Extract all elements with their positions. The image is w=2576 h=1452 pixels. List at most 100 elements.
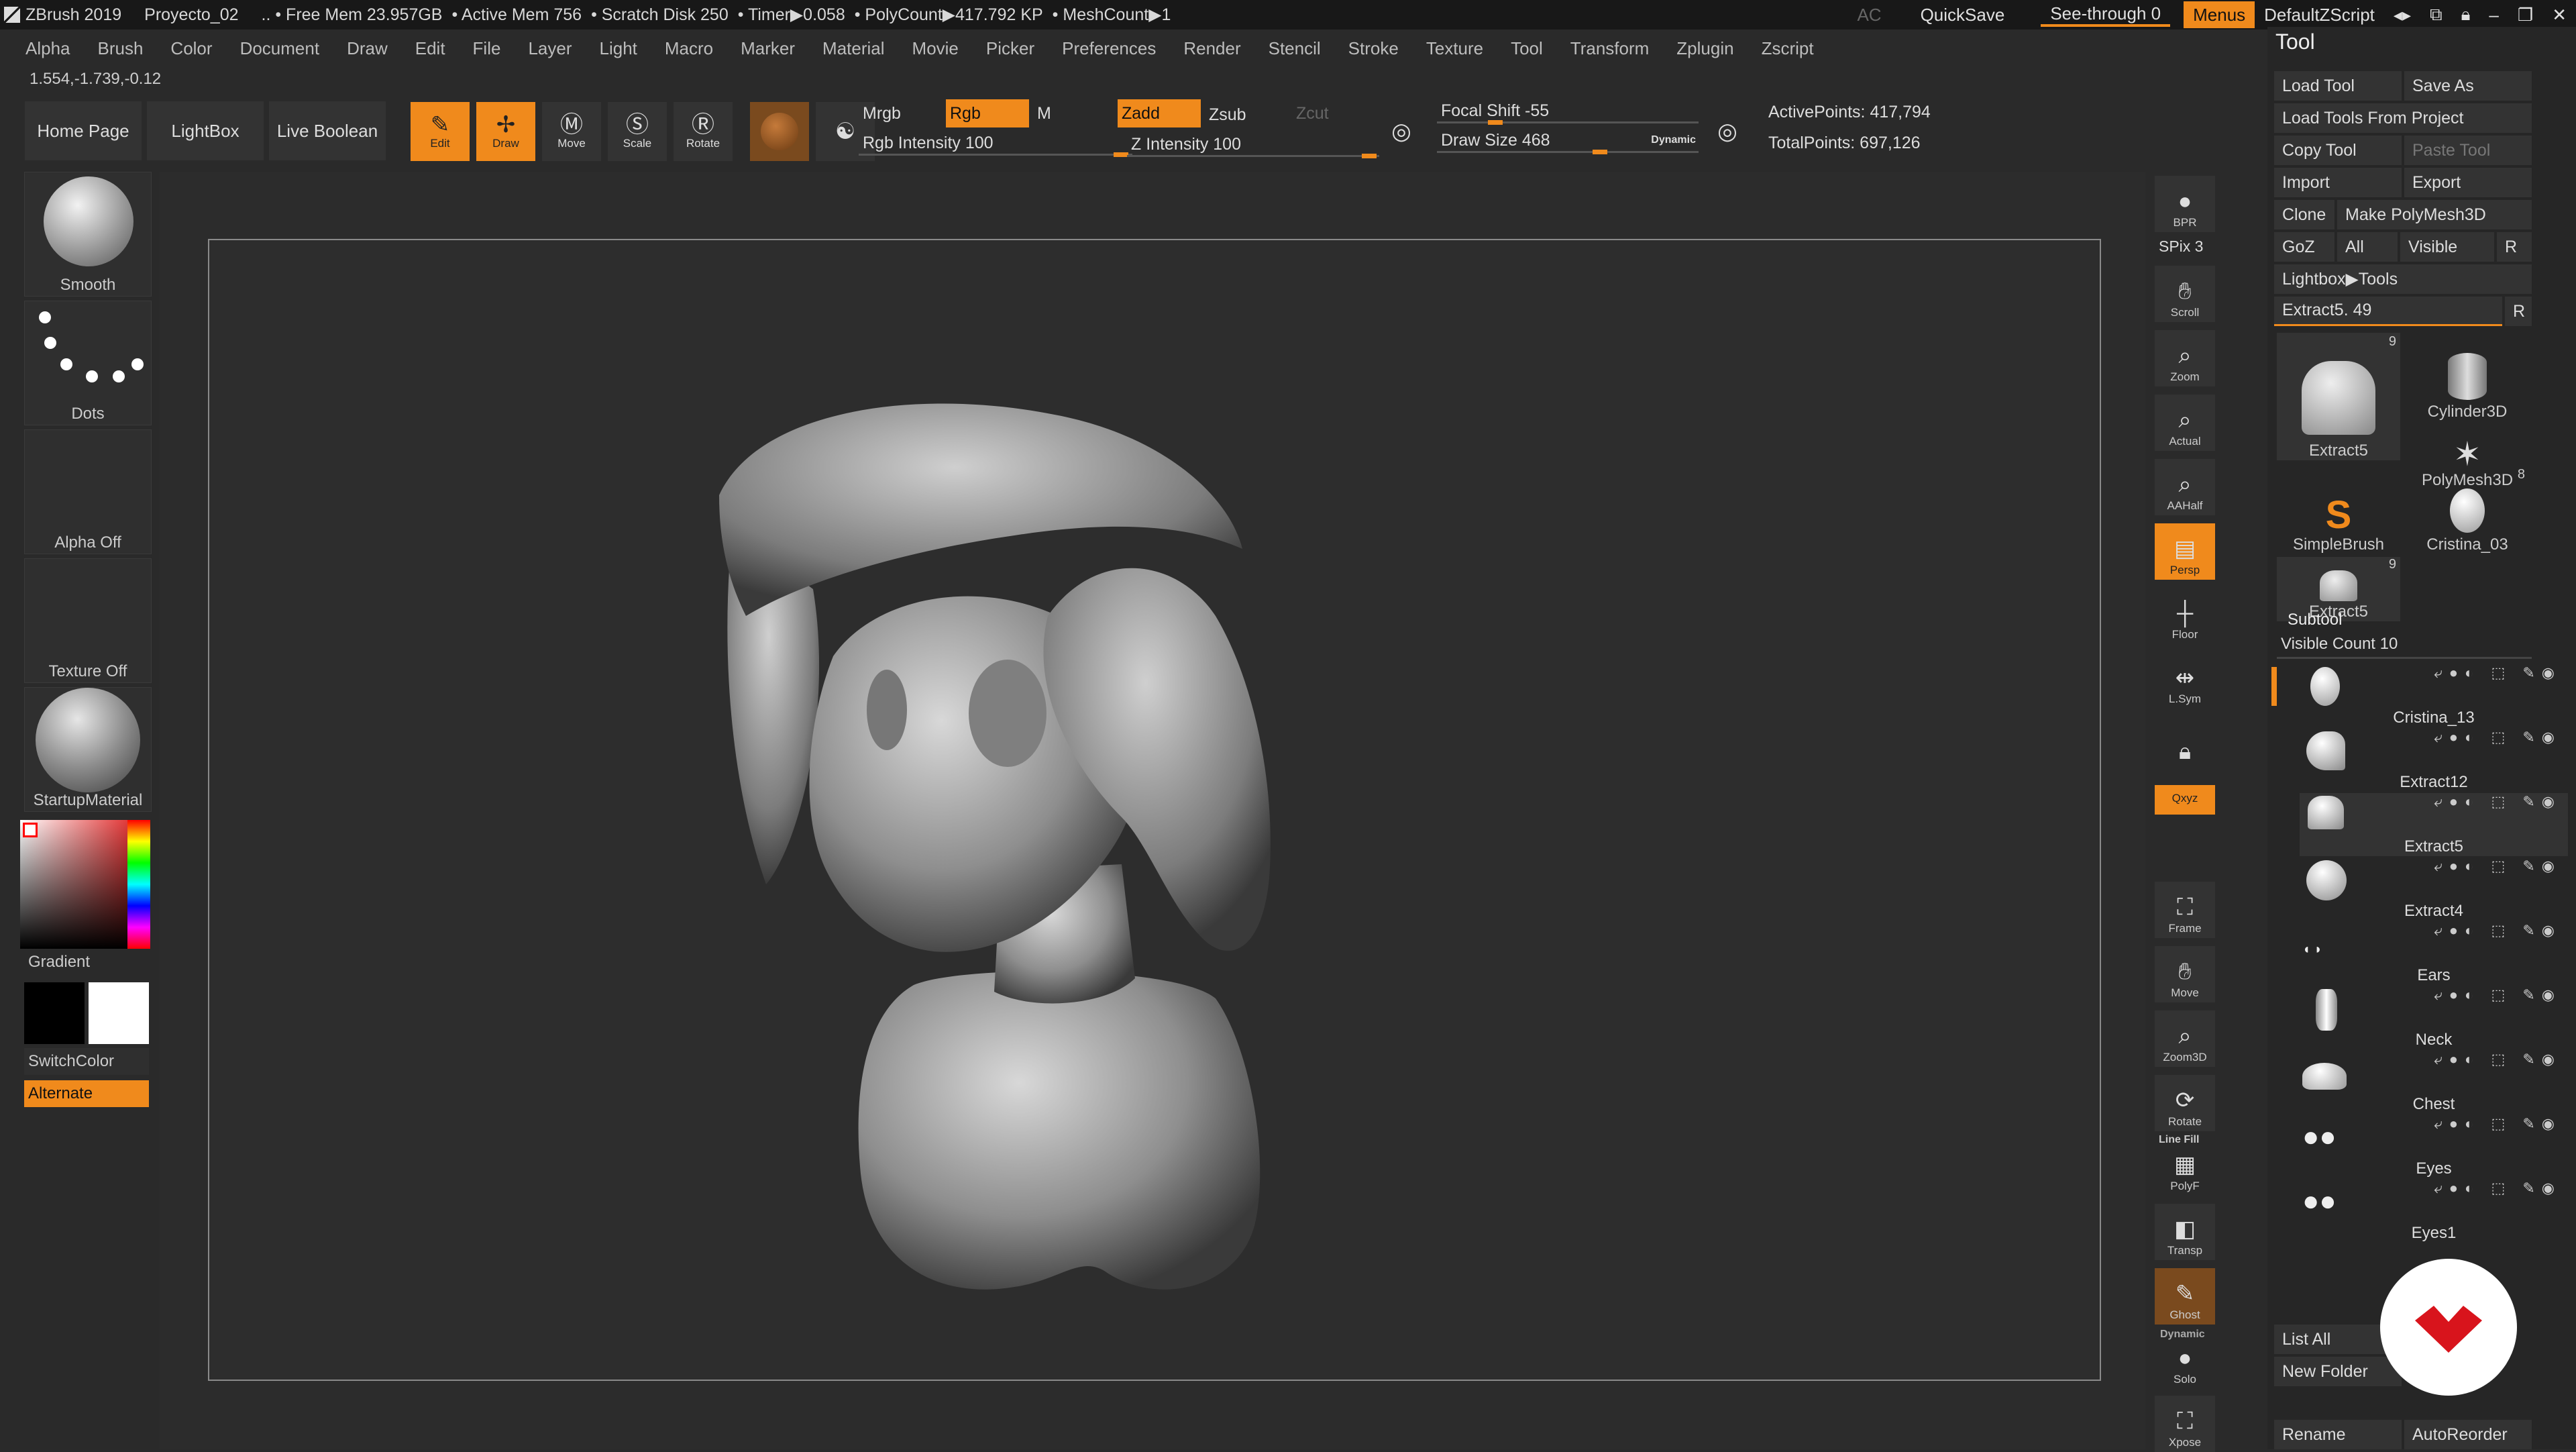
subtool-row-eyes[interactable]: ●● ⤶●◐ ⬚ ✎◉ Eyes [2300, 1115, 2568, 1178]
scroll-button[interactable]: ✋︎ Scroll [2155, 266, 2215, 322]
live-boolean-button[interactable]: Live Boolean [268, 101, 386, 161]
window-icon[interactable]: ⧉ [2420, 4, 2452, 25]
texture-thumbnail[interactable]: Texture Off [24, 558, 152, 683]
menu-file[interactable]: File [473, 38, 501, 59]
subtool-row-extract4[interactable]: ⤶●◐ ⬚ ✎◉ Extract4 [2300, 858, 2568, 921]
solo-button[interactable]: ● Solo [2155, 1333, 2215, 1389]
menu-color[interactable]: Color [170, 38, 212, 59]
edit-button[interactable]: ✎ Edit [411, 102, 470, 161]
color-picker[interactable] [20, 820, 150, 949]
subtool-row-chest[interactable]: ⤶●◐ ⬚ ✎◉ Chest [2300, 1051, 2568, 1114]
menu-picker[interactable]: Picker [986, 38, 1034, 59]
rename-button[interactable]: Rename [2274, 1420, 2402, 1449]
lock-button[interactable]: 🔒︎ [2155, 729, 2215, 769]
rgb-intensity-slider[interactable]: Rgb Intensity 100 [859, 129, 1132, 157]
menu-marker[interactable]: Marker [741, 38, 795, 59]
subtool-row-ears[interactable]: ◖ ◗ ⤶●◐ ⬚ ✎◉ Ears [2300, 922, 2568, 985]
alpha-thumbnail[interactable]: Alpha Off [24, 429, 152, 554]
frame-button[interactable]: ⛶ Frame [2155, 882, 2215, 938]
subtool-controls[interactable]: ⤶●◐ ⬚ ✎◉ [2434, 793, 2561, 811]
quicksave-button[interactable]: QuickSave [1911, 5, 2015, 25]
minimize-icon[interactable]: – [2479, 5, 2508, 25]
goz-visible-button[interactable]: Visible [2400, 232, 2494, 262]
menu-macro[interactable]: Macro [665, 38, 713, 59]
subtool-controls[interactable]: ⤶●◐ ⬚ ✎◉ [2434, 1051, 2561, 1068]
spix-slider[interactable]: SPix 3 [2159, 238, 2203, 256]
m-button[interactable]: M [1033, 99, 1073, 127]
alternate-button[interactable]: Alternate [24, 1080, 149, 1107]
menu-render[interactable]: Render [1183, 38, 1240, 59]
import-button[interactable]: Import [2274, 168, 2402, 197]
material-swatch-button[interactable] [750, 102, 809, 161]
move-button[interactable]: Ⓜ Move [542, 102, 601, 161]
zadd-button[interactable]: Zadd [1118, 99, 1201, 127]
zoom3d-button[interactable]: ⌕ Zoom3D [2155, 1010, 2215, 1067]
sculpt-model[interactable] [209, 240, 2102, 1382]
goz-r-button[interactable]: R [2497, 232, 2532, 262]
menu-stencil[interactable]: Stencil [1269, 38, 1321, 59]
lightbox-tools-button[interactable]: Lightbox▶Tools [2274, 264, 2532, 294]
gradient-label[interactable]: Gradient [28, 953, 90, 972]
persp-button[interactable]: ▤ Persp [2155, 523, 2215, 580]
mrgb-button[interactable]: Mrgb [859, 99, 939, 127]
zoom-button[interactable]: ⌕ Zoom [2155, 330, 2215, 386]
subtool-row-extract12[interactable]: ⤶●◐ ⬚ ✎◉ Extract12 [2300, 729, 2568, 792]
menu-preferences[interactable]: Preferences [1062, 38, 1156, 59]
draw-size-slider[interactable]: Draw Size 468 Dynamic [1437, 126, 1699, 154]
tool-slider-r-button[interactable]: R [2505, 297, 2532, 326]
rgb-intensity-knob[interactable] [1114, 152, 1128, 157]
menu-stroke[interactable]: Stroke [1348, 38, 1399, 59]
menu-edit[interactable]: Edit [415, 38, 445, 59]
menu-movie[interactable]: Movie [912, 38, 959, 59]
xyz-button[interactable]: Qxyz [2155, 785, 2215, 815]
subtool-controls[interactable]: ⤶●◐ ⬚ ✎◉ [2434, 729, 2561, 746]
clone-button[interactable]: Clone [2274, 200, 2334, 229]
material-thumbnail[interactable]: StartupMaterial [24, 687, 152, 812]
menu-draw[interactable]: Draw [347, 38, 388, 59]
maximize-icon[interactable]: ❐ [2508, 5, 2542, 25]
actual-button[interactable]: ⌕ Actual [2155, 395, 2215, 451]
polyf-button[interactable]: ▦ PolyF [2155, 1139, 2215, 1196]
copy-tool-button[interactable]: Copy Tool [2274, 136, 2402, 165]
menu-document[interactable]: Document [240, 38, 320, 59]
subtool-controls[interactable]: ⤶●◐ ⬚ ✎◉ [2434, 664, 2561, 682]
home-page-button[interactable]: Home Page [24, 101, 142, 161]
layout-toggle-icon[interactable]: ◂▸ [2384, 5, 2420, 25]
menu-transform[interactable]: Transform [1570, 38, 1650, 59]
menu-zplugin[interactable]: Zplugin [1676, 38, 1733, 59]
document-canvas[interactable] [208, 239, 2101, 1381]
secondary-color-swatch[interactable] [89, 982, 149, 1044]
menu-material[interactable]: Material [822, 38, 884, 59]
primary-color-swatch[interactable] [24, 982, 85, 1044]
aahalf-button[interactable]: ⌕ AAHalf [2155, 459, 2215, 515]
z-intensity-knob[interactable] [1362, 154, 1377, 158]
tool-item-extract5[interactable]: Extract5 9 [2277, 333, 2400, 460]
focal-d-button[interactable]: ◎ [1704, 102, 1751, 161]
xpose-button[interactable]: ⛶ Xpose [2155, 1396, 2215, 1452]
subtool-header[interactable]: Subtool [2288, 611, 2342, 629]
subtool-controls[interactable]: ⤶●◐ ⬚ ✎◉ [2434, 1180, 2561, 1197]
autoreorder-button[interactable]: AutoReorder [2404, 1420, 2532, 1449]
visible-count-slider[interactable]: Visible Count 10 [2277, 635, 2532, 659]
menus-button[interactable]: Menus [2184, 1, 2255, 28]
default-zscript-button[interactable]: DefaultZScript [2255, 5, 2384, 25]
tool-item-cristina03[interactable]: Cristina_03 8 [2406, 463, 2529, 554]
menu-zscript[interactable]: Zscript [1762, 38, 1814, 59]
tool-item-cylinder3d[interactable]: Cylinder3D [2406, 333, 2529, 421]
rotate-view-button[interactable]: ⟳ Rotate [2155, 1075, 2215, 1131]
bpr-button[interactable]: ● BPR [2155, 176, 2215, 232]
goz-all-button[interactable]: All [2337, 232, 2398, 262]
subtool-controls[interactable]: ⤶●◐ ⬚ ✎◉ [2434, 1115, 2561, 1133]
subtool-row-eyes1[interactable]: ●● ⤶●◐ ⬚ ✎◉ Eyes1 [2300, 1180, 2568, 1243]
subtool-row-neck[interactable]: ⤶●◐ ⬚ ✎◉ Neck [2300, 986, 2568, 1049]
menu-layer[interactable]: Layer [528, 38, 572, 59]
hue-strip[interactable] [127, 820, 150, 949]
rotate-button[interactable]: Ⓡ Rotate [674, 102, 733, 161]
menu-brush[interactable]: Brush [98, 38, 144, 59]
draw-size-knob[interactable] [1593, 150, 1607, 154]
menu-light[interactable]: Light [600, 38, 637, 59]
subtool-row-cristina13[interactable]: ⤶●◐ ⬚ ✎◉ Cristina_13 [2271, 664, 2568, 727]
lock-icon[interactable]: 🔒︎ [2452, 4, 2480, 25]
floor-button[interactable]: ┼ Floor [2155, 588, 2215, 644]
export-button[interactable]: Export [2404, 168, 2532, 197]
